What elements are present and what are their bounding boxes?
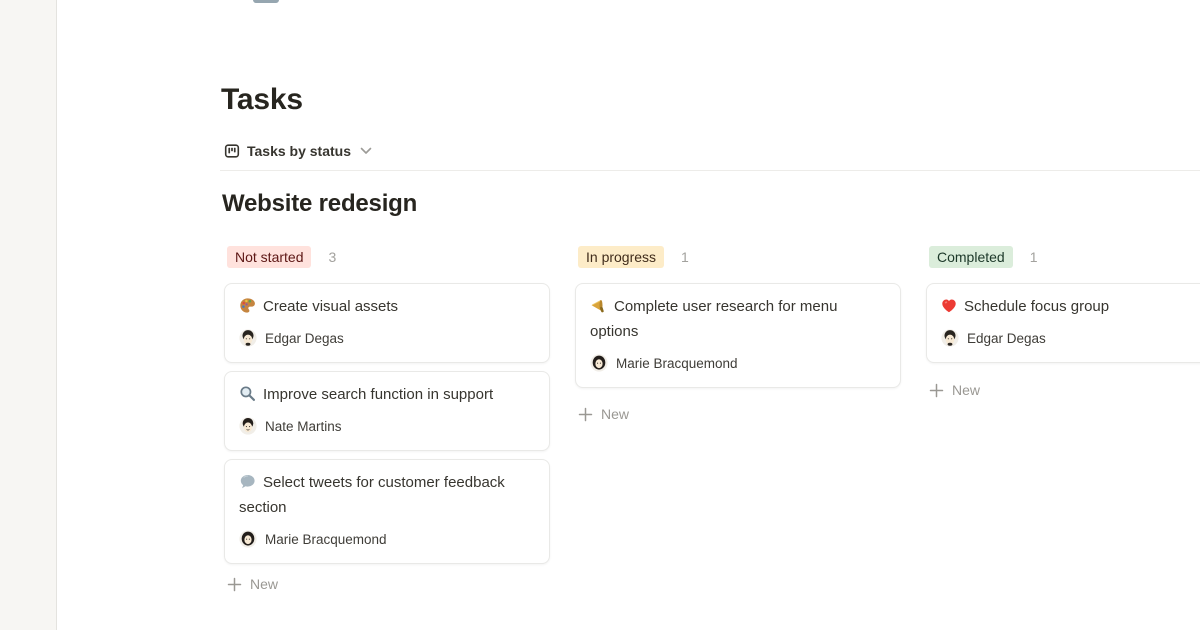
board-title: Website redesign: [222, 189, 417, 219]
assignee-row: Edgar Degas: [239, 327, 535, 349]
task-card[interactable]: Complete user research for menu options …: [575, 283, 901, 388]
column-count: 1: [1030, 249, 1038, 265]
card-title: Create visual assets: [263, 298, 398, 315]
assignee-name: Edgar Degas: [967, 331, 1046, 346]
task-card[interactable]: Create visual assets Edgar Degas: [224, 283, 550, 363]
card-title: Complete user research for menu options: [590, 298, 837, 340]
column-count: 1: [681, 249, 689, 265]
view-label: Tasks by status: [247, 143, 351, 159]
chevron-down-icon: [360, 147, 372, 155]
new-card-button[interactable]: New: [926, 378, 1200, 402]
avatar-marie-bracquemond: [590, 354, 608, 372]
new-card-label: New: [250, 576, 278, 592]
board-view-icon: [224, 143, 240, 159]
plus-icon: [929, 383, 944, 398]
card-title-row: Create visual assets: [239, 294, 535, 319]
plus-icon: [227, 577, 242, 592]
assignee-name: Marie Bracquemond: [616, 356, 738, 371]
assignee-name: Nate Martins: [265, 419, 342, 434]
avatar-nate-martins: [239, 417, 257, 435]
column-in-progress: In progress 1 Complete user research for…: [575, 246, 901, 426]
new-card-button[interactable]: New: [224, 572, 550, 596]
page-emoji-icon[interactable]: [253, 0, 279, 3]
avatar-edgar-degas: [239, 329, 257, 347]
sidebar-collapsed[interactable]: [0, 0, 57, 630]
assignee-name: Edgar Degas: [265, 331, 344, 346]
assignee-row: Nate Martins: [239, 415, 535, 437]
task-card[interactable]: Schedule focus group Edgar Degas: [926, 283, 1200, 363]
megaphone-icon: [590, 297, 607, 314]
column-not-started: Not started 3 Create visual assets: [224, 246, 550, 596]
assignee-row: Marie Bracquemond: [590, 352, 886, 374]
avatar-marie-bracquemond: [239, 530, 257, 548]
magnifying-glass-icon: [239, 385, 256, 402]
speech-bubble-icon: [239, 473, 256, 490]
page-title: Tasks: [221, 83, 303, 117]
card-title: Select tweets for customer feedback sect…: [239, 474, 505, 516]
avatar-edgar-degas: [941, 329, 959, 347]
column-completed: Completed 1 Schedule focus group: [926, 246, 1200, 402]
card-title-row: Complete user research for menu options: [590, 294, 886, 344]
card-title-row: Improve search function in support: [239, 382, 535, 407]
new-card-label: New: [601, 406, 629, 422]
status-badge[interactable]: Completed: [929, 246, 1013, 268]
red-heart-icon: [941, 298, 957, 314]
view-switcher[interactable]: Tasks by status: [224, 140, 372, 162]
divider: [220, 170, 1200, 171]
new-card-label: New: [952, 382, 980, 398]
column-header: Completed 1: [926, 246, 1200, 268]
assignee-name: Marie Bracquemond: [265, 532, 387, 547]
card-title: Improve search function in support: [263, 386, 493, 403]
card-title-row: Schedule focus group: [941, 294, 1200, 319]
column-header: Not started 3: [224, 246, 550, 268]
notion-page: Tasks Tasks by status Website redesign N…: [0, 0, 1200, 630]
column-count: 3: [328, 249, 336, 265]
card-title-row: Select tweets for customer feedback sect…: [239, 470, 535, 520]
palette-icon: [239, 297, 256, 314]
plus-icon: [578, 407, 593, 422]
task-card[interactable]: Select tweets for customer feedback sect…: [224, 459, 550, 564]
status-badge[interactable]: Not started: [227, 246, 311, 268]
assignee-row: Edgar Degas: [941, 327, 1200, 349]
task-card[interactable]: Improve search function in support Nate …: [224, 371, 550, 451]
column-header: In progress 1: [575, 246, 901, 268]
assignee-row: Marie Bracquemond: [239, 528, 535, 550]
new-card-button[interactable]: New: [575, 402, 901, 426]
card-title: Schedule focus group: [964, 298, 1109, 315]
status-badge[interactable]: In progress: [578, 246, 664, 268]
